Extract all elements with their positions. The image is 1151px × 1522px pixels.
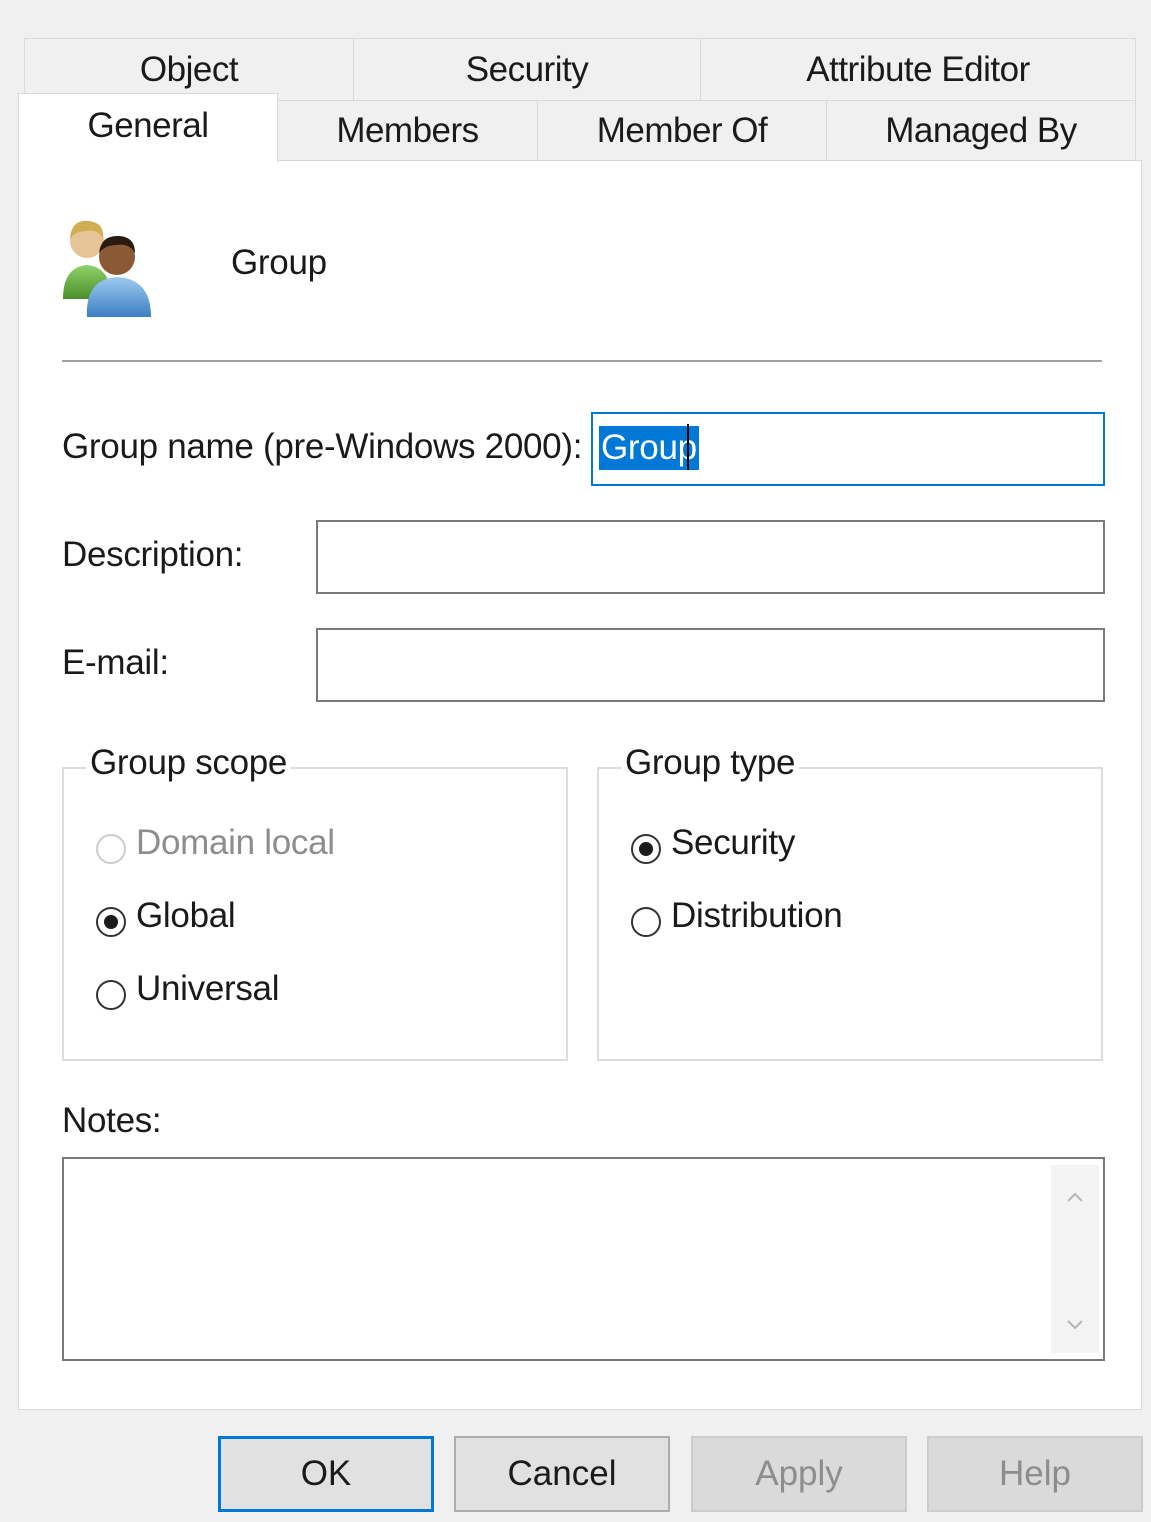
tab-members[interactable]: Members — [277, 100, 538, 162]
domain-local-radio[interactable] — [96, 834, 126, 864]
scroll-up-icon[interactable] — [1065, 1187, 1085, 1207]
scroll-down-icon[interactable] — [1065, 1315, 1085, 1335]
tab-security[interactable]: Security — [353, 38, 701, 102]
users-group-icon — [59, 209, 159, 319]
tab-label: Managed By — [885, 111, 1077, 150]
cancel-button[interactable]: Cancel — [454, 1436, 670, 1512]
ok-button-label: OK — [300, 1454, 352, 1493]
notes-textarea[interactable] — [62, 1157, 1105, 1361]
notes-label: Notes: — [62, 1101, 162, 1140]
email-label: E-mail: — [62, 643, 169, 682]
text-caret — [687, 424, 689, 470]
cancel-button-label: Cancel — [507, 1454, 617, 1493]
tab-member-of[interactable]: Member Of — [537, 100, 827, 162]
universal-radio[interactable] — [96, 980, 126, 1010]
object-title: Group — [231, 243, 327, 282]
universal-label[interactable]: Universal — [136, 969, 279, 1009]
tab-label: Security — [465, 50, 589, 89]
group-name-selected-text: Group — [599, 426, 699, 470]
group-scope-title: Group scope — [86, 743, 292, 783]
group-name-label: Group name (pre-Windows 2000): — [62, 427, 582, 467]
global-label[interactable]: Global — [136, 896, 236, 936]
tab-attribute-editor[interactable]: Attribute Editor — [700, 38, 1136, 102]
tab-managed-by[interactable]: Managed By — [826, 100, 1136, 162]
tab-label: Member Of — [596, 111, 768, 150]
notes-scrollbar[interactable] — [1051, 1165, 1099, 1353]
group-type-title: Group type — [621, 743, 800, 783]
tab-label: General — [87, 106, 209, 145]
security-label[interactable]: Security — [671, 823, 795, 863]
global-radio[interactable] — [96, 907, 126, 937]
header-divider — [62, 360, 1102, 362]
group-scope-box: Group scope Domain local Global Universa… — [62, 743, 568, 1061]
group-type-box: Group type Security Distribution — [597, 743, 1103, 1061]
help-button[interactable]: Help — [927, 1436, 1143, 1512]
group-name-input[interactable]: Group — [591, 412, 1105, 486]
distribution-radio[interactable] — [631, 907, 661, 937]
general-tab-panel: Group Group name (pre-Windows 2000): Gro… — [18, 160, 1142, 1410]
email-input[interactable] — [316, 628, 1105, 702]
distribution-label[interactable]: Distribution — [671, 896, 843, 936]
apply-button-label: Apply — [755, 1454, 843, 1493]
domain-local-label: Domain local — [136, 823, 335, 862]
help-button-label: Help — [999, 1454, 1071, 1493]
tab-label: Members — [336, 111, 479, 150]
description-label: Description: — [62, 535, 244, 574]
tab-label: Attribute Editor — [806, 50, 1030, 89]
description-input[interactable] — [316, 520, 1105, 594]
tab-label: Object — [139, 50, 239, 89]
apply-button[interactable]: Apply — [691, 1436, 907, 1512]
ok-button[interactable]: OK — [218, 1436, 434, 1512]
tab-general[interactable]: General — [18, 93, 278, 162]
security-radio[interactable] — [631, 834, 661, 864]
group-name-label-text: Group name (pre-Windows 2000): — [62, 427, 583, 466]
